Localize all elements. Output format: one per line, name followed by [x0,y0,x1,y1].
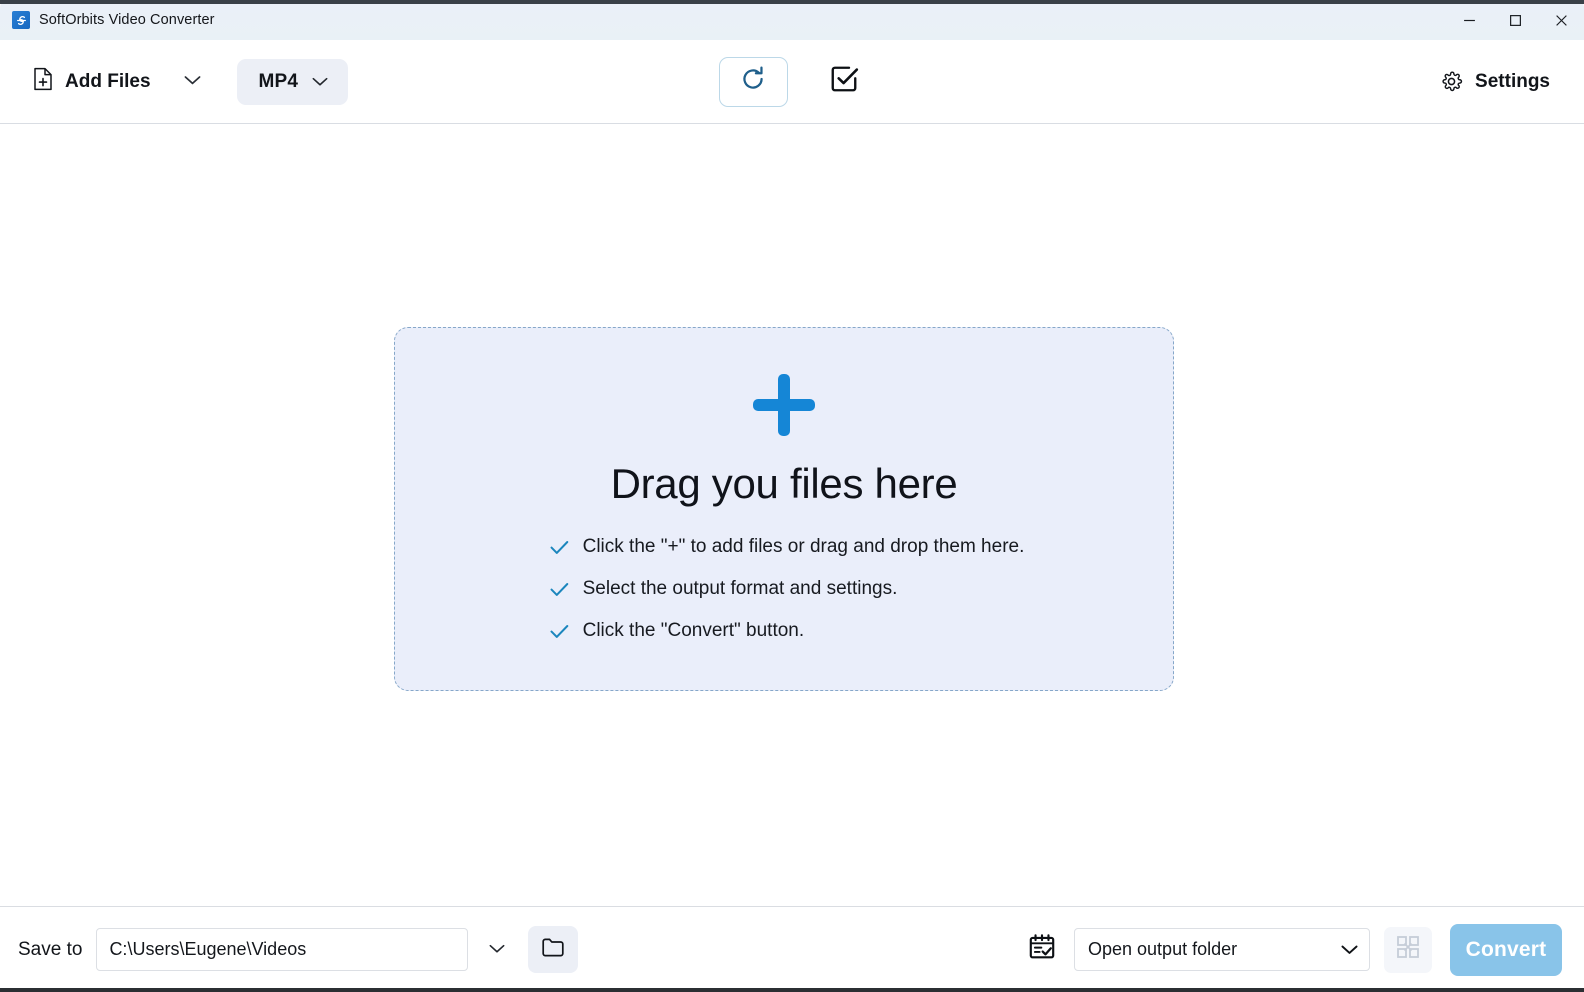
list-item: Click the "Convert" button. [550,620,1025,642]
browse-folder-button[interactable] [528,926,579,973]
save-to-label: Save to [18,938,83,960]
convert-button[interactable]: Convert [1450,923,1562,976]
bottom-bar: Save to C:\Users\Eugene\Videos Open outp… [0,906,1584,992]
main-content: Drag you files here Click the "+" to add… [0,124,1584,906]
window-bottom-edge [0,988,1584,992]
file-drop-zone[interactable]: Drag you files here Click the "+" to add… [394,327,1174,691]
drop-zone-title: Drag you files here [610,460,958,507]
toolbar-right-group: Settings [1428,62,1562,101]
window-title: SoftOrbits Video Converter [39,12,215,28]
save-path-input[interactable] [96,928,469,971]
post-action-icon-button[interactable] [1020,928,1064,972]
document-add-icon [32,67,54,96]
instruction-text: Click the "+" to add files or drag and d… [582,536,1025,557]
instruction-text: Click the "Convert" button. [582,620,805,641]
refresh-icon [738,64,768,99]
minimize-icon [1463,14,1476,27]
main-toolbar: Add Files MP4 Settings [0,40,1584,124]
add-files-dropdown-button[interactable] [175,64,211,100]
output-format-dropdown[interactable]: MP4 [236,58,349,105]
settings-label: Settings [1475,70,1550,92]
maximize-button[interactable] [1492,0,1538,40]
calendar-check-icon [1028,933,1056,966]
post-action-select[interactable]: Open output folder [1074,928,1370,971]
chevron-down-icon [184,73,201,91]
check-icon [550,622,569,641]
refresh-button[interactable] [718,56,788,107]
chevron-down-icon [312,77,328,87]
output-format-label: MP4 [258,70,299,92]
toolbar-left-group: Add Files MP4 [22,58,349,105]
merge-files-button[interactable] [1384,926,1432,973]
merge-files-icon [1396,935,1420,964]
save-path-dropdown-button[interactable] [478,931,516,969]
list-item: Select the output format and settings. [550,578,1025,600]
gear-icon [1440,70,1463,93]
close-icon [1555,14,1568,27]
post-action-selected-value: Open output folder [1088,939,1238,959]
window-top-edge [0,0,1584,4]
add-files-label: Add Files [65,70,151,92]
settings-button[interactable]: Settings [1428,62,1562,101]
close-button[interactable] [1538,0,1584,40]
chevron-down-icon [1341,944,1358,955]
instruction-text: Select the output format and settings. [582,578,898,599]
title-bar: SoftOrbits Video Converter [0,0,1584,40]
check-icon [550,538,569,557]
app-window: SoftOrbits Video Converter Add Files MP4… [0,0,1584,992]
minimize-button[interactable] [1446,0,1492,40]
add-files-button[interactable]: Add Files [22,59,161,104]
select-all-button[interactable] [822,60,866,104]
list-item: Click the "+" to add files or drag and d… [550,536,1025,558]
plus-icon[interactable] [753,374,815,436]
chevron-down-icon [489,941,505,959]
folder-icon [541,936,565,963]
checkbox-checked-icon [829,64,859,99]
app-logo-icon [12,11,30,29]
bottom-bar-right-group: Open output folder Convert [1020,923,1562,976]
instructions-list: Click the "+" to add files or drag and d… [544,536,1025,642]
maximize-icon [1509,14,1522,27]
window-controls [1446,0,1584,40]
check-icon [550,580,569,599]
